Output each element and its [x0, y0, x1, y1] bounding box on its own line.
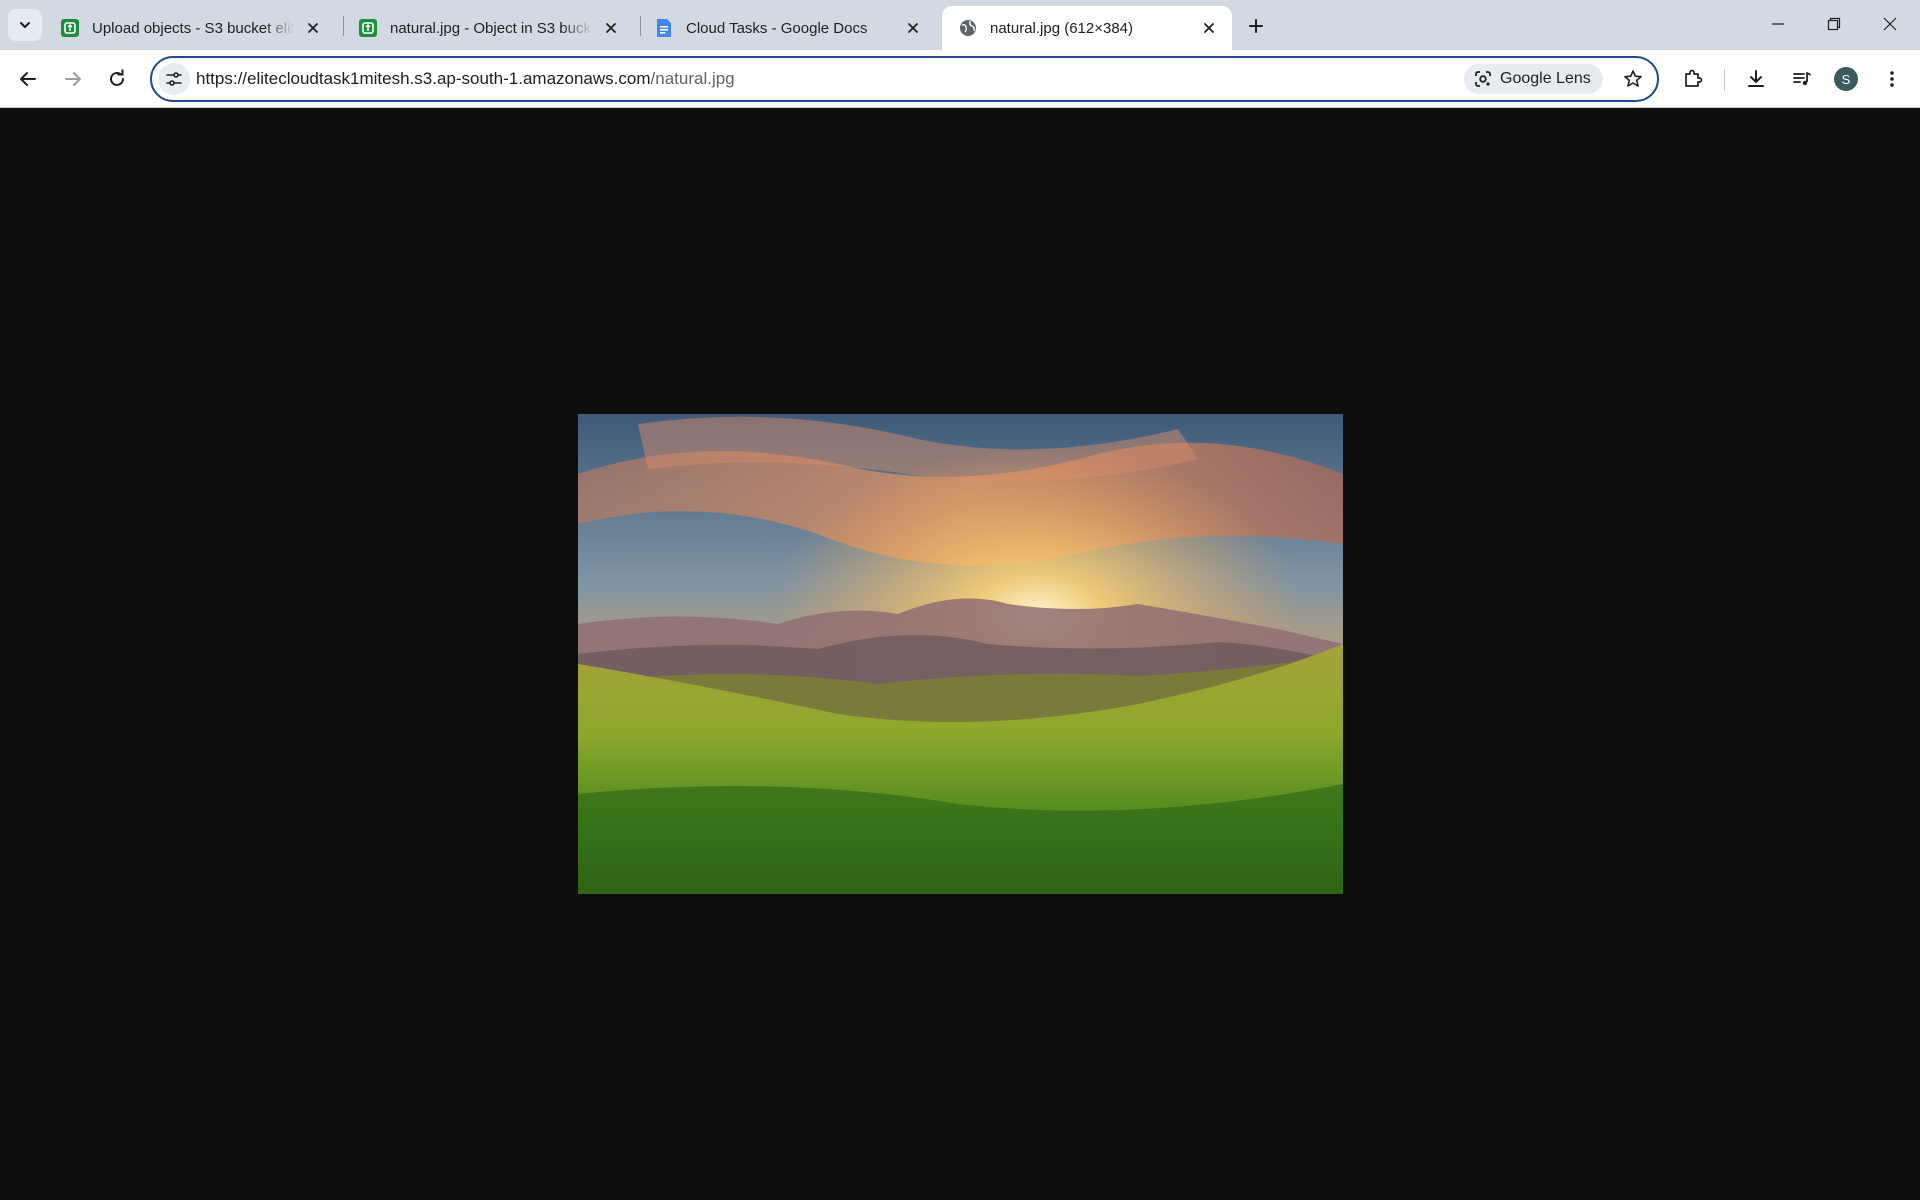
back-button[interactable]	[10, 61, 46, 97]
displayed-image[interactable]	[578, 414, 1343, 894]
address-bar[interactable]: https://elitecloudtask1mitesh.s3.ap-sout…	[150, 56, 1659, 102]
url-path: /natural.jpg	[650, 69, 735, 88]
tab-search-button[interactable]	[8, 9, 42, 41]
landscape-photo	[578, 414, 1343, 894]
extensions-button[interactable]	[1675, 61, 1711, 97]
close-icon	[606, 23, 616, 33]
restore-button[interactable]	[1806, 0, 1862, 48]
aws-s3-icon	[61, 19, 79, 37]
url-text[interactable]: https://elitecloudtask1mitesh.s3.ap-sout…	[196, 69, 735, 89]
arrow-right-icon	[65, 72, 81, 86]
plus-icon	[1249, 19, 1263, 33]
downloads-button[interactable]	[1738, 61, 1774, 97]
tab-title: natural.jpg - Object in S3 bucket	[390, 19, 592, 37]
forward-button[interactable]	[55, 61, 91, 97]
new-tab-button[interactable]	[1242, 12, 1270, 40]
window-close-button[interactable]	[1862, 0, 1918, 48]
tab-object-in-s3[interactable]: natural.jpg - Object in S3 bucket	[342, 6, 634, 50]
close-icon	[1204, 23, 1214, 33]
tab-close-button[interactable]	[1198, 17, 1220, 39]
chevron-down-icon	[20, 22, 30, 28]
close-icon	[908, 23, 918, 33]
aws-s3-icon	[359, 19, 377, 37]
image-viewer	[0, 108, 1920, 1200]
google-lens-button[interactable]: Google Lens	[1464, 64, 1603, 94]
tab-cloud-tasks-docs[interactable]: Cloud Tasks - Google Docs	[638, 6, 936, 50]
tab-close-button[interactable]	[302, 17, 324, 39]
url-host: https://elitecloudtask1mitesh.s3.ap-sout…	[196, 69, 651, 88]
browser-toolbar: https://elitecloudtask1mitesh.s3.ap-sout…	[0, 50, 1920, 108]
tab-title: Upload objects - S3 bucket elitecloudtas…	[92, 19, 294, 37]
media-controls-button[interactable]	[1784, 61, 1820, 97]
tune-icon	[166, 72, 182, 86]
close-icon	[308, 23, 318, 33]
minimize-icon	[1772, 23, 1784, 25]
more-vert-icon	[1890, 71, 1894, 87]
profile-button[interactable]: S	[1828, 61, 1864, 97]
download-icon	[1748, 70, 1764, 87]
restore-icon	[1827, 17, 1841, 31]
music-queue-icon	[1793, 72, 1811, 86]
tab-title: Cloud Tasks - Google Docs	[686, 19, 868, 37]
tab-upload-objects[interactable]: Upload objects - S3 bucket elitecloudtas…	[44, 6, 336, 50]
bookmark-star-button[interactable]	[1617, 63, 1649, 95]
minimize-button[interactable]	[1750, 0, 1806, 48]
arrow-left-icon	[20, 72, 36, 86]
google-lens-icon	[1475, 71, 1491, 87]
site-info-button[interactable]	[158, 63, 190, 95]
tab-natural-jpg[interactable]: natural.jpg (612×384)	[942, 6, 1232, 50]
globe-icon	[960, 20, 976, 36]
tab-strip: Upload objects - S3 bucket elitecloudtas…	[0, 0, 1920, 50]
reload-icon	[110, 69, 124, 86]
chrome-menu-button[interactable]	[1874, 61, 1910, 97]
tab-close-button[interactable]	[600, 17, 622, 39]
reload-button[interactable]	[99, 61, 135, 97]
close-icon	[1883, 17, 1897, 31]
avatar: S	[1834, 67, 1858, 91]
toolbar-divider	[1724, 69, 1725, 91]
puzzle-piece-icon	[1685, 69, 1703, 87]
star-icon	[1624, 70, 1642, 87]
google-docs-icon	[657, 19, 671, 37]
google-lens-label: Google Lens	[1500, 70, 1591, 87]
tab-close-button[interactable]	[902, 17, 924, 39]
tab-title: natural.jpg (612×384)	[990, 19, 1134, 37]
